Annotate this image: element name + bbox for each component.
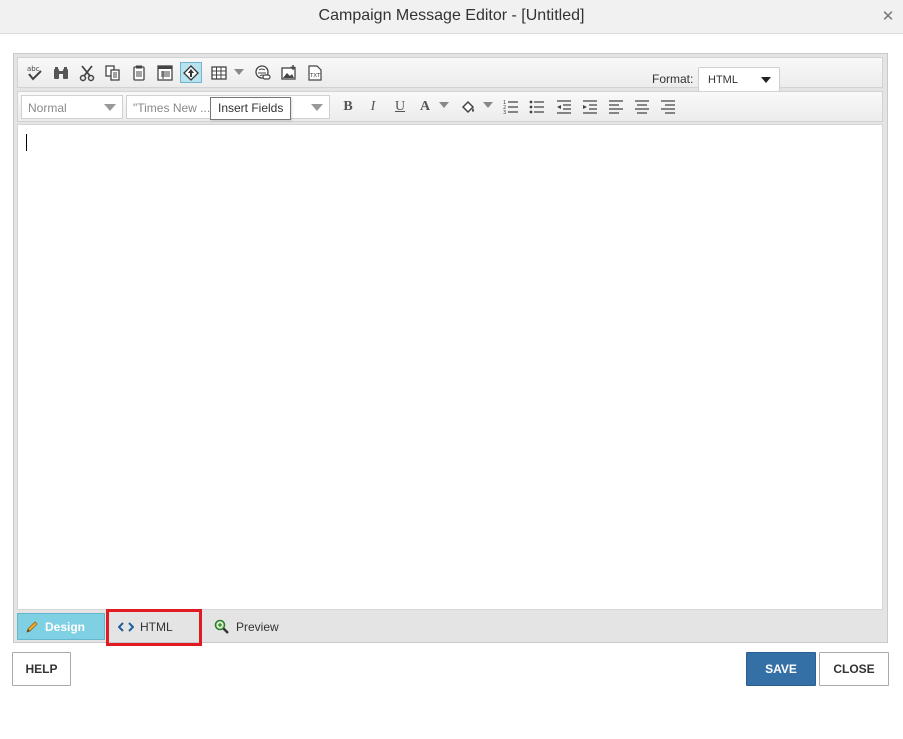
code-icon (118, 621, 134, 633)
chevron-down-icon (761, 77, 771, 83)
find-icon[interactable] (50, 62, 72, 83)
bold-button[interactable]: B (339, 97, 357, 116)
editor-content-area[interactable] (17, 124, 883, 610)
align-center-icon[interactable] (631, 96, 653, 117)
numbered-list-icon[interactable]: 1 2 3 (500, 96, 522, 117)
image-icon[interactable] (278, 62, 300, 83)
outdent-icon[interactable] (553, 96, 575, 117)
highlight-color-dropdown-arrow[interactable] (483, 102, 493, 108)
close-icon[interactable]: ✕ (881, 8, 895, 24)
format-label: Format: (652, 72, 694, 86)
save-button[interactable]: SAVE (746, 652, 816, 686)
text-cursor (26, 134, 27, 151)
align-right-icon[interactable] (657, 96, 679, 117)
font-name-value: "Times New ... (133, 101, 211, 115)
underline-button[interactable]: U (391, 97, 409, 116)
tab-html[interactable]: HTML (111, 613, 199, 640)
title-bar: Campaign Message Editor - [Untitled] ✕ (0, 0, 903, 34)
paragraph-style-select[interactable]: Normal (21, 95, 123, 119)
main-toolbar: abc TXT Format: HTML (17, 57, 883, 92)
chevron-down-icon (104, 104, 116, 111)
magnifier-icon (214, 619, 230, 635)
cut-icon[interactable] (76, 62, 98, 83)
format-toolbar: Normal "Times New ... B I U A 1 2 3 (17, 91, 883, 122)
paste-icon[interactable] (128, 62, 150, 83)
help-button[interactable]: HELP (12, 652, 71, 686)
table-icon[interactable] (208, 62, 230, 83)
copy-icon[interactable] (102, 62, 124, 83)
italic-button[interactable]: I (364, 97, 382, 116)
insert-fields-tooltip: Insert Fields (210, 97, 292, 120)
link-icon[interactable] (252, 62, 274, 83)
spellcheck-icon[interactable]: abc (24, 62, 46, 83)
font-color-button[interactable]: A (416, 97, 434, 116)
indent-icon[interactable] (579, 96, 601, 117)
table-dropdown-arrow[interactable] (234, 69, 244, 75)
font-color-dropdown-arrow[interactable] (439, 102, 449, 108)
bulleted-list-icon[interactable] (526, 96, 548, 117)
svg-text:TXT: TXT (309, 73, 321, 79)
tab-preview-label: Preview (236, 619, 279, 634)
align-left-icon[interactable] (605, 96, 627, 117)
svg-text:abc: abc (27, 65, 40, 73)
paragraph-style-value: Normal (28, 101, 67, 115)
tab-html-label: HTML (140, 619, 173, 634)
format-select-value: HTML (708, 74, 738, 86)
format-select[interactable]: HTML (698, 67, 780, 92)
template-icon[interactable] (154, 62, 176, 83)
editor-mode-tabs: Design HTML Preview (14, 611, 887, 642)
close-button[interactable]: CLOSE (819, 652, 889, 686)
text-file-icon[interactable]: TXT (304, 62, 326, 83)
highlight-color-icon[interactable] (458, 96, 480, 117)
window-title: Campaign Message Editor - [Untitled] (318, 7, 585, 24)
insert-fields-icon[interactable] (180, 62, 202, 83)
pencil-icon (25, 620, 39, 634)
tab-design[interactable]: Design (17, 613, 105, 640)
svg-text:3: 3 (503, 110, 506, 116)
chevron-down-icon (311, 104, 323, 111)
tab-design-label: Design (45, 619, 86, 634)
tab-preview[interactable]: Preview (207, 613, 287, 640)
editor-frame: abc TXT Format: HTML Normal "Times New .… (13, 53, 888, 643)
